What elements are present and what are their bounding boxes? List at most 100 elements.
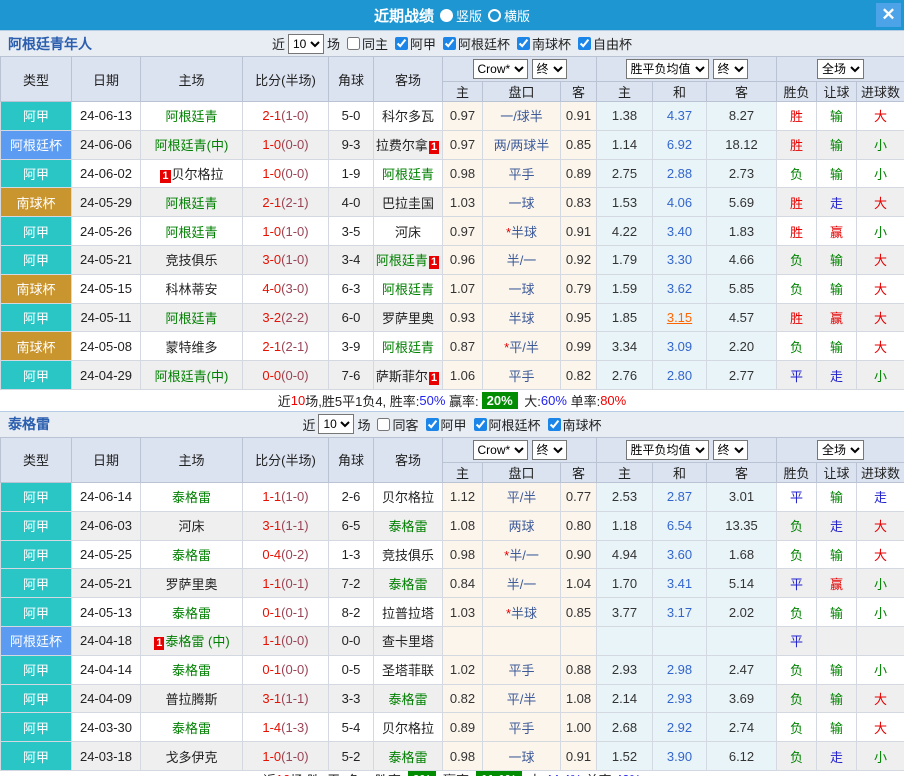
team-name-2: 泰格雷	[8, 414, 50, 434]
league-filter[interactable]: 南球杯	[513, 34, 571, 53]
result-handicap: 走	[817, 742, 857, 771]
window-title: 近期战绩	[374, 5, 434, 26]
league-checkbox[interactable]	[426, 418, 439, 431]
summary-line-2: 近10场,胜0平3负7, 胜率:0% 赢率:11.1% 大:44.4% 单率:4…	[0, 771, 904, 776]
result-goals: 大	[857, 332, 904, 361]
same-venue-checkbox[interactable]	[347, 37, 360, 50]
league-filter[interactable]: 阿甲	[422, 415, 467, 434]
league-type-cell: 南球杯	[1, 274, 72, 303]
summary-segment: 单率:	[567, 391, 600, 410]
avg-lose-odds: 2.20	[707, 332, 777, 361]
handicap-away-odds: 1.04	[561, 569, 597, 598]
result-handicap	[817, 626, 857, 655]
layout-radio-portrait[interactable]: 竖版	[440, 6, 482, 25]
avg-win-odds: 1.18	[597, 511, 653, 540]
avg-lose-odds: 5.14	[707, 569, 777, 598]
away-team: 萨斯菲尔1	[374, 361, 443, 390]
result-group-header: 全场	[777, 57, 904, 82]
avg-final-select[interactable]: 终	[713, 59, 748, 79]
match-date: 24-06-02	[72, 159, 141, 188]
result-goals	[857, 626, 904, 655]
result-goals: 大	[857, 274, 904, 303]
sub-handicap: 盘口	[483, 462, 561, 482]
league-checkbox[interactable]	[517, 37, 530, 50]
match-row: 阿甲24-04-09普拉腾斯3-1(1-1)3-3泰格雷0.82平/半1.082…	[1, 684, 904, 713]
layout-radio-landscape[interactable]: 横版	[488, 6, 530, 25]
match-date: 24-03-30	[72, 713, 141, 742]
handicap-home-odds: 1.08	[443, 511, 483, 540]
match-row: 阿根廷杯24-04-181泰格雷 (中)1-1(0-0)0-0查卡里塔平	[1, 626, 904, 655]
sub-draw: 和	[653, 462, 707, 482]
away-team: 竞技俱乐	[374, 540, 443, 569]
handicap-home-odds: 1.03	[443, 188, 483, 217]
avg-odds-select[interactable]: 胜平负均值	[626, 59, 709, 79]
filter-bar: 近 10 场 同主 阿甲阿根廷杯南球杯自由杯	[272, 34, 632, 54]
avg-draw-odds: 2.93	[653, 684, 707, 713]
result-goals: 小	[857, 217, 904, 246]
league-label: 自由杯	[593, 34, 632, 53]
handicap-away-odds: 0.85	[561, 598, 597, 627]
league-filter[interactable]: 阿根廷杯	[470, 415, 541, 434]
final-odds-select[interactable]: 终	[532, 59, 567, 79]
avg-odds-select-2[interactable]: 胜平负均值	[626, 440, 709, 460]
fulltime-select-2[interactable]: 全场	[817, 440, 864, 460]
col-corner: 角球	[329, 437, 374, 482]
away-team: 阿根廷青	[374, 159, 443, 188]
final-odds-select-2[interactable]: 终	[532, 440, 567, 460]
league-type-cell: 阿甲	[1, 569, 72, 598]
same-venue-filter[interactable]: 同主	[343, 34, 388, 53]
avg-lose-odds: 2.47	[707, 655, 777, 684]
result-goals: 小	[857, 569, 904, 598]
summary-segment: 大:	[521, 391, 541, 410]
league-checkbox[interactable]	[474, 418, 487, 431]
result-handicap: 输	[817, 540, 857, 569]
result-group-header: 全场	[777, 437, 904, 462]
same-venue-filter-2[interactable]: 同客	[373, 415, 418, 434]
sub-draw: 和	[653, 82, 707, 102]
score-cell: 1-1(0-0)	[243, 626, 329, 655]
match-row: 阿甲24-06-13阿根廷青2-1(1-0)5-0科尔多瓦0.97一/球半0.9…	[1, 102, 904, 131]
away-team: 贝尔格拉	[374, 482, 443, 511]
recent-count-select-2[interactable]: 10	[318, 414, 354, 434]
close-button[interactable]: ✕	[876, 3, 901, 27]
match-row: 阿甲24-06-021贝尔格拉1-0(0-0)1-9阿根廷青0.98平手0.89…	[1, 159, 904, 188]
fulltime-select[interactable]: 全场	[817, 59, 864, 79]
radio-unselected-icon	[488, 9, 501, 22]
avg-final-select-2[interactable]: 终	[713, 440, 748, 460]
avg-lose-odds: 5.69	[707, 188, 777, 217]
result-handicap: 输	[817, 245, 857, 274]
games-label-2: 场	[357, 415, 370, 434]
handicap-line: *平/半	[483, 332, 561, 361]
corner-score: 4-0	[329, 188, 374, 217]
same-venue-checkbox-2[interactable]	[377, 418, 390, 431]
league-filter[interactable]: 自由杯	[574, 34, 632, 53]
league-checkbox[interactable]	[443, 37, 456, 50]
avg-lose-odds: 18.12	[707, 130, 777, 159]
away-team: 拉费尔拿1	[374, 130, 443, 159]
avg-lose-odds: 3.01	[707, 482, 777, 511]
avg-lose-odds: 1.68	[707, 540, 777, 569]
avg-win-odds: 2.68	[597, 713, 653, 742]
summary-segment: 80%	[600, 393, 626, 408]
league-checkbox[interactable]	[548, 418, 561, 431]
handicap-line: 平手	[483, 361, 561, 390]
league-filter[interactable]: 阿根廷杯	[439, 34, 510, 53]
league-checkbox[interactable]	[395, 37, 408, 50]
corner-score: 8-2	[329, 598, 374, 627]
bookmaker-select-2[interactable]: Crow*	[473, 440, 528, 460]
score-cell: 2-1(2-1)	[243, 332, 329, 361]
handicap-away-odds: 0.82	[561, 361, 597, 390]
league-filter[interactable]: 南球杯	[544, 415, 602, 434]
away-team: 罗萨里奥	[374, 303, 443, 332]
highlighted-odds-link[interactable]: 3.15	[667, 310, 692, 325]
match-row: 阿甲24-05-26阿根廷青1-0(1-0)3-5河床0.97*半球0.914.…	[1, 217, 904, 246]
handicap-away-odds: 0.91	[561, 217, 597, 246]
bookmaker-select[interactable]: Crow*	[473, 59, 528, 79]
league-type-cell: 阿甲	[1, 245, 72, 274]
away-team: 泰格雷	[374, 569, 443, 598]
handicap-home-odds: 1.06	[443, 361, 483, 390]
league-filter[interactable]: 阿甲	[391, 34, 436, 53]
avg-win-odds: 1.52	[597, 742, 653, 771]
recent-count-select[interactable]: 10	[288, 34, 324, 54]
league-checkbox[interactable]	[578, 37, 591, 50]
